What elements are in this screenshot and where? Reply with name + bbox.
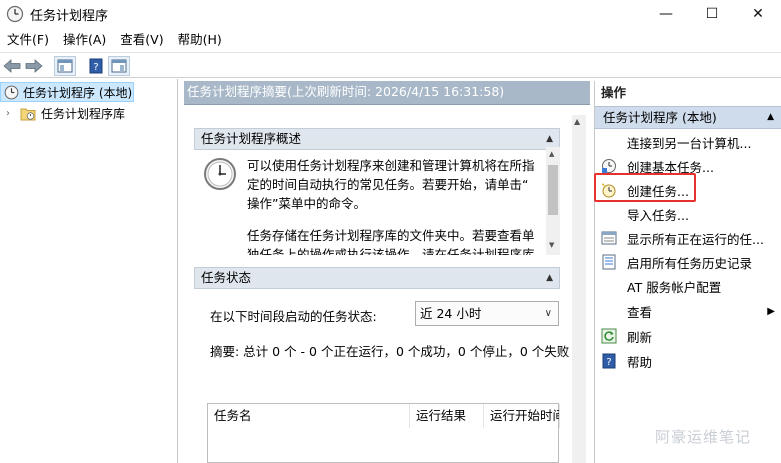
tree-item-task-scheduler-library[interactable]: › 任务计划程序库 [6,103,125,123]
overview-paragraph-1: 可以使用任务计划程序来创建和管理计算机将在所指 定的时间自动执行的常见任务。若要… [247,156,543,213]
tree-item-label: 任务计划程序库 [41,106,126,121]
action-label: 显示所有正在运行的任... [627,231,764,247]
chevron-down-icon: ∨ [544,308,552,319]
column-header-run-start-time[interactable]: 运行开始时间 [484,404,560,428]
forward-button[interactable] [24,56,44,76]
minimize-button[interactable]: — [643,0,689,28]
overview-line: 定的时间自动执行的常见任务。若要开始，请单击“ [247,177,529,192]
help-icon: ? [602,353,616,369]
task-status-list[interactable]: 任务名 运行结果 运行开始时间 [207,403,560,463]
refresh-icon [601,328,617,344]
help-book-icon: ? [89,58,103,74]
task-scheduler-app-icon [6,5,24,23]
overview-line: 独任务上的操作或执行该操作，请在任务计划程序库 [247,247,535,255]
back-button[interactable] [2,56,22,76]
window-title: 任务计划程序 [30,9,109,24]
action-label: 查看 [627,304,653,320]
time-range-value: 近 24 小时 [420,306,482,321]
clock-icon [4,85,19,99]
time-range-dropdown[interactable]: 近 24 小时 ∨ [415,301,559,326]
column-header-run-result[interactable]: 运行结果 [410,404,484,428]
actions-section-title: 任务计划程序 (本地) [603,110,717,125]
action-label: 刷新 [627,329,653,345]
status-filter-label: 在以下时间段启动的任务状态: [210,309,377,324]
scroll-up-arrow-icon[interactable]: ▲ [574,117,580,126]
action-refresh[interactable]: 刷新 [595,324,781,348]
collapse-caret-icon[interactable]: ▲ [546,129,553,149]
clock-wizard-icon [602,159,616,173]
show-hide-console-tree-button[interactable] [54,56,76,76]
overview-line: 可以使用任务计划程序来创建和管理计算机将在所指 [247,158,535,173]
toolbar: ? [0,52,781,78]
action-label: 导入任务... [627,207,689,223]
collapse-caret-icon[interactable]: ▲ [767,107,774,128]
maximize-button[interactable]: ☐ [689,0,735,28]
menu-help[interactable]: 帮助(H) [171,29,229,51]
action-pane-icon [111,59,127,73]
summary-scrollbar[interactable]: ▲ [572,115,586,463]
svg-text:?: ? [93,62,98,73]
scroll-down-arrow-icon[interactable]: ▼ [549,241,554,249]
forward-arrow-icon [25,59,43,73]
overview-line: 任务存储在任务计划程序库的文件夹中。若要查看单 [247,228,535,243]
actions-pane: 操作 任务计划程序 (本地) ▲ 连接到另一台计算机... 创建基本任务... … [594,81,781,463]
svg-text:?: ? [606,357,611,368]
console-tree-icon [57,59,73,73]
menu-view[interactable]: 查看(V) [113,29,170,51]
back-arrow-icon [3,59,21,73]
overview-scrollbar[interactable]: ▲ ▼ [546,147,560,255]
running-tasks-icon [601,231,617,245]
highlight-annotation [594,173,696,202]
overview-section-title: 任务计划程序概述 [201,131,302,146]
title-bar: 任务计划程序 — ☐ ✕ [0,0,781,28]
action-label: AT 服务帐户配置 [627,279,722,295]
scroll-up-arrow-icon[interactable]: ▲ [549,150,554,158]
help-toolbar-button[interactable]: ? [86,56,106,76]
submenu-arrow-icon: ▶ [767,305,775,317]
action-view[interactable]: 查看 ▶ [595,299,781,323]
menu-bar: 文件(F) 操作(A) 查看(V) 帮助(H) [0,29,781,51]
history-icon [602,254,616,270]
action-connect-another-computer[interactable]: 连接到另一台计算机... [595,130,781,154]
show-hide-action-pane-button[interactable] [108,56,130,76]
folder-clock-icon [20,108,36,120]
action-label: 帮助 [627,354,653,370]
action-enable-task-history[interactable]: 启用所有任务历史记录 [595,250,781,274]
action-label: 连接到另一台计算机... [627,135,752,151]
large-clock-icon [204,158,236,190]
close-button[interactable]: ✕ [735,0,781,28]
actions-section-task-scheduler-local[interactable]: 任务计划程序 (本地) ▲ [595,106,781,129]
menu-file[interactable]: 文件(F) [0,29,56,51]
tree-item-label: 任务计划程序 (本地) [23,85,133,100]
scroll-thumb[interactable] [548,165,558,215]
action-label: 启用所有任务历史记录 [627,255,753,271]
console-tree: 任务计划程序 (本地) › 任务计划程序库 [0,79,178,463]
task-status-section-title: 任务状态 [201,270,252,285]
expand-chevron-icon[interactable]: › [6,108,20,119]
action-import-task[interactable]: 导入任务... [595,202,781,226]
overview-section-header[interactable]: 任务计划程序概述 ▲ [194,128,560,150]
tree-item-task-scheduler-local[interactable]: 任务计划程序 (本地) [0,82,134,102]
overview-line: 操作”菜单中的命令。 [247,196,366,211]
overview-paragraph-2: 任务存储在任务计划程序库的文件夹中。若要查看单 独任务上的操作或执行该操作，请在… [247,226,543,255]
actions-header: 操作 [601,85,627,100]
action-display-running-tasks[interactable]: 显示所有正在运行的任... [595,226,781,250]
action-at-service-account-config[interactable]: AT 服务帐户配置 [595,274,781,298]
status-summary: 摘要: 总计 0 个 - 0 个正在运行，0 个成功，0 个停止，0 个失败 [210,344,570,359]
column-header-task-name[interactable]: 任务名 [208,404,410,428]
task-status-section-header[interactable]: 任务状态 ▲ [194,267,560,289]
collapse-caret-icon[interactable]: ▲ [546,268,553,288]
menu-action[interactable]: 操作(A) [56,29,113,51]
summary-header: 任务计划程序摘要(上次刷新时间: 2026/4/15 16:31:58) [184,81,590,105]
watermark-text: 阿豪运维笔记 [655,428,752,446]
action-help[interactable]: ? 帮助 [595,349,781,373]
